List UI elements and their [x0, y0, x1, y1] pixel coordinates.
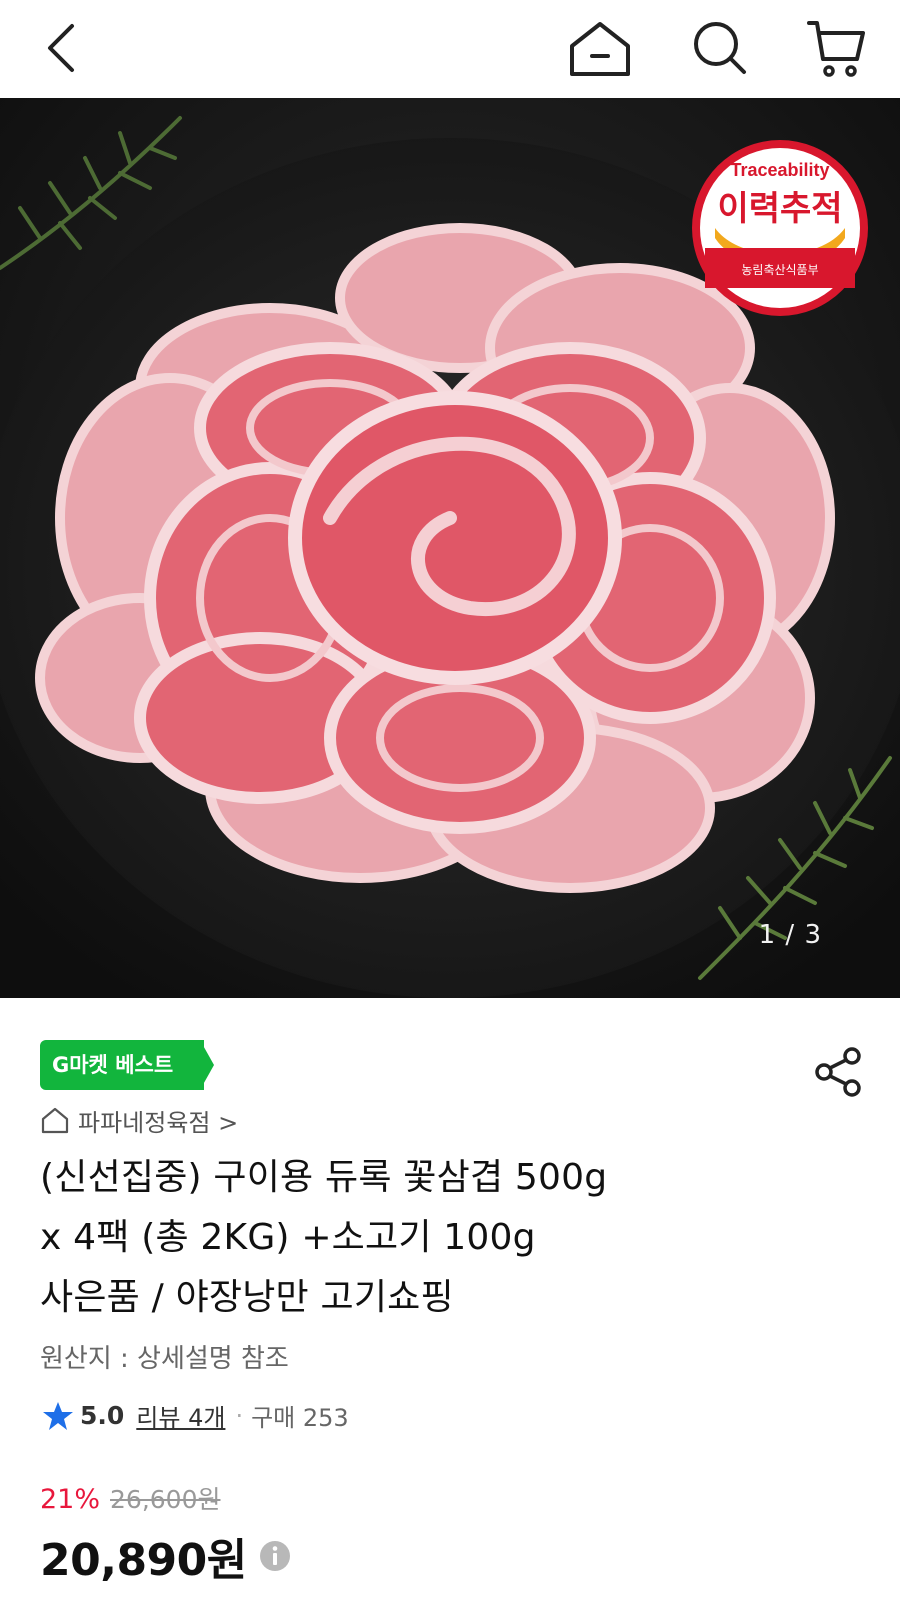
gmarket-best-badge: G마켓 베스트 — [40, 1040, 214, 1090]
share-icon — [815, 1047, 861, 1097]
store-name: 파파네정육점 > — [78, 1108, 239, 1137]
discount-row: 21% 26,600원 — [40, 1480, 221, 1516]
purchase-count: 구매 253 — [251, 1404, 349, 1432]
product-image-carousel[interactable]: Traceability 이력추적 농림축산식품부 1 / 3 — [0, 98, 900, 998]
sale-price: 20,890원 — [40, 1535, 247, 1586]
discount-percent: 21% — [40, 1484, 101, 1515]
home-icon — [570, 22, 630, 76]
separator-dot: · — [235, 1401, 244, 1430]
share-button[interactable] — [812, 1046, 864, 1098]
search-icon — [694, 22, 746, 74]
original-price: 26,600원 — [110, 1485, 221, 1514]
store-home-icon — [41, 1107, 69, 1134]
home-button[interactable] — [560, 8, 640, 88]
chevron-left-icon — [48, 24, 74, 72]
traceability-ko-text: 이력추적 — [717, 189, 842, 229]
price-row: 20,890원 — [40, 1524, 291, 1588]
cart-button[interactable] — [796, 8, 876, 88]
image-counter: 1 / 3 — [758, 920, 822, 950]
product-title-line: x 4팩 (총 2KG) +소고기 100g — [40, 1217, 536, 1258]
product-title-line: 사은품 / 야장낭만 고기쇼핑 — [40, 1277, 454, 1318]
product-title-line: (신선집중) 구이용 듀록 꽃삼겹 500g — [40, 1157, 608, 1198]
origin-info: 원산지 : 상세설명 참조 — [40, 1344, 289, 1374]
star-icon — [43, 1401, 73, 1430]
rating-row: 5.0 리뷰 4개 · 구매 253 — [42, 1398, 349, 1433]
product-title: (신선집중) 구이용 듀록 꽃삼겹 500g x 4팩 (총 2KG) +소고기… — [40, 1148, 820, 1328]
traceability-sub-text: 농림축산식품부 — [741, 263, 818, 277]
review-count-link[interactable]: 리뷰 4개 — [136, 1398, 225, 1433]
store-link[interactable]: 파파네정육점 > — [40, 1100, 238, 1140]
best-badge-label: G마켓 베스트 — [52, 1053, 174, 1077]
back-button[interactable] — [20, 8, 100, 88]
info-icon[interactable] — [259, 1540, 291, 1572]
search-button[interactable] — [680, 8, 760, 88]
product-photo: Traceability 이력추적 농림축산식품부 — [0, 98, 900, 998]
rating-score: 5.0 — [80, 1401, 125, 1430]
traceability-en-text: Traceability — [730, 160, 829, 180]
cart-icon — [807, 21, 865, 77]
top-navigation-bar — [0, 0, 900, 98]
